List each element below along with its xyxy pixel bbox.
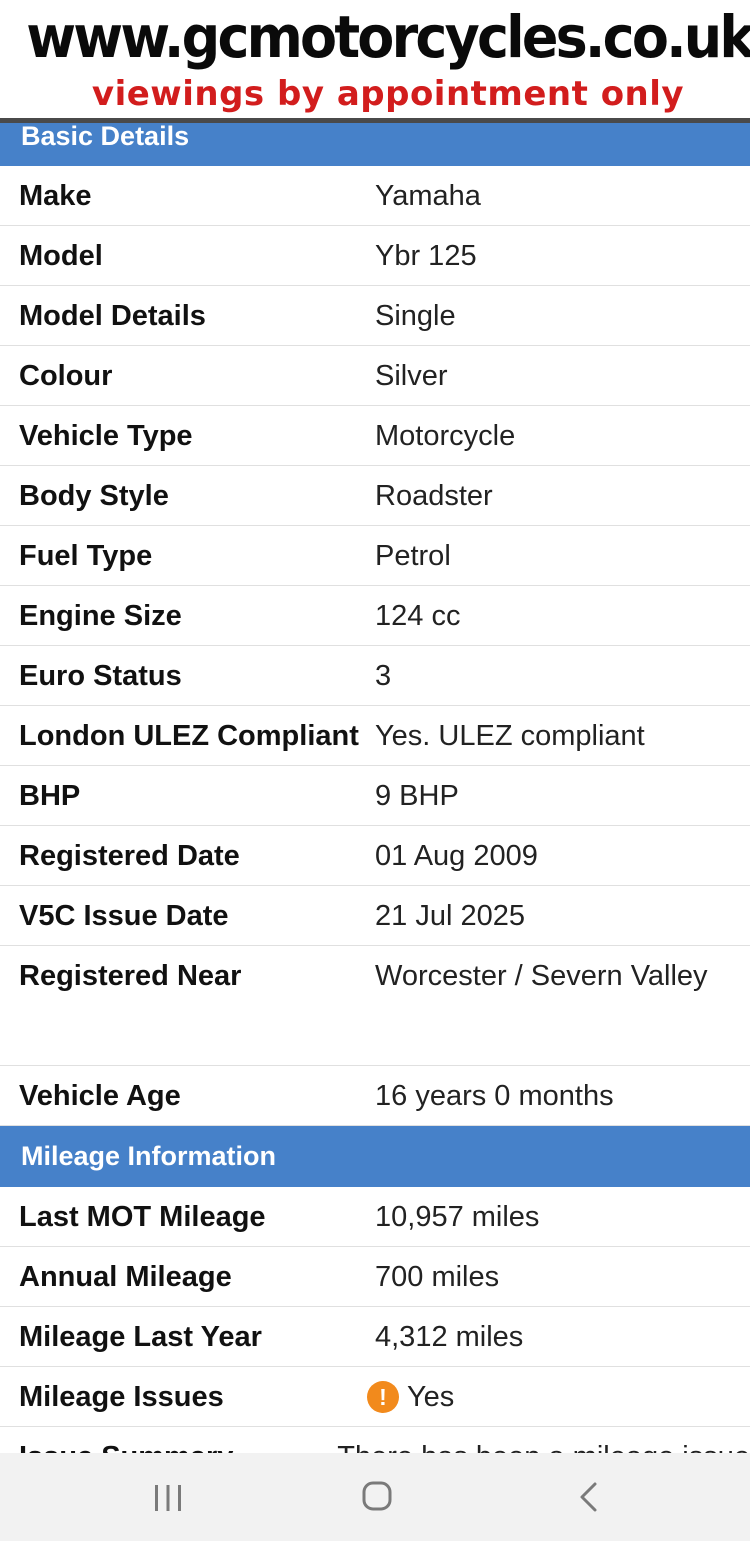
detail-label: Mileage Issues xyxy=(19,1381,224,1413)
detail-row-colour: Colour Silver xyxy=(0,346,750,406)
detail-row-mileage-last-year: Mileage Last Year 4,312 miles xyxy=(0,1307,750,1367)
detail-row-bhp: BHP 9 BHP xyxy=(0,766,750,826)
detail-value: 16 years 0 months xyxy=(375,1080,614,1112)
detail-row-engine-size: Engine Size 124 cc xyxy=(0,586,750,646)
detail-row-registered-date: Registered Date 01 Aug 2009 xyxy=(0,826,750,886)
detail-value: Yes. ULEZ compliant xyxy=(375,720,645,752)
detail-value: 4,312 miles xyxy=(375,1321,524,1353)
detail-row-ulez: London ULEZ Compliant Yes. ULEZ complian… xyxy=(0,706,750,766)
detail-value: 3 xyxy=(375,660,392,692)
detail-label: Fuel Type xyxy=(19,540,153,572)
detail-value: 21 Jul 2025 xyxy=(375,900,525,932)
detail-row-make: Make Yamaha xyxy=(0,166,750,226)
detail-label: Colour xyxy=(19,360,113,392)
detail-row-last-mot-mileage: Last MOT Mileage 10,957 miles xyxy=(0,1187,750,1247)
section-header-mileage-information: Mileage Information xyxy=(0,1126,750,1187)
detail-label: Last MOT Mileage xyxy=(19,1201,266,1233)
detail-label: Model xyxy=(19,240,103,272)
recent-apps-button[interactable] xyxy=(138,1473,198,1521)
detail-value: Motorcycle xyxy=(375,420,516,452)
detail-value: 124 cc xyxy=(375,600,461,632)
detail-label: Registered Near xyxy=(19,960,242,992)
back-icon xyxy=(580,1482,597,1512)
detail-label: Annual Mileage xyxy=(19,1261,232,1293)
detail-row-issue-summary: Issue Summary There has been a mileage i… xyxy=(0,1427,750,1453)
system-navigation-bar xyxy=(0,1453,750,1541)
warning-icon: ! xyxy=(367,1380,399,1413)
detail-value: 01 Aug 2009 xyxy=(375,840,538,872)
detail-label: London ULEZ Compliant xyxy=(19,720,359,752)
banner-tagline: viewings by appointment only xyxy=(91,74,685,114)
detail-row-model-details: Model Details Single xyxy=(0,286,750,346)
detail-label: Vehicle Age xyxy=(19,1080,181,1112)
detail-value: 9 BHP xyxy=(375,780,459,812)
vehicle-details-panel[interactable]: Basic Details Make Yamaha Model Ybr 125 … xyxy=(0,123,750,1453)
detail-value: There has been a mileage issue xyxy=(337,1427,750,1453)
mileage-issues-value: Yes xyxy=(407,1380,455,1413)
detail-row-annual-mileage: Annual Mileage 700 miles xyxy=(0,1247,750,1307)
site-banner: www.gcmotorcycles.co.uk viewings by appo… xyxy=(0,0,750,123)
detail-label: V5C Issue Date xyxy=(19,900,229,932)
back-button[interactable] xyxy=(558,1473,618,1521)
detail-label: Model Details xyxy=(19,300,206,332)
home-icon xyxy=(362,1481,392,1511)
detail-value: 700 miles xyxy=(375,1261,500,1293)
detail-row-vehicle-type: Vehicle Type Motorcycle xyxy=(0,406,750,466)
detail-label: Engine Size xyxy=(19,600,182,632)
detail-row-fuel-type: Fuel Type Petrol xyxy=(0,526,750,586)
detail-value: Yamaha xyxy=(375,180,481,212)
section-header-basic-details: Basic Details xyxy=(0,123,750,166)
detail-value: ! Yes xyxy=(367,1367,750,1426)
detail-label: Issue Summary xyxy=(0,1427,337,1453)
detail-value: Petrol xyxy=(375,540,451,572)
detail-row-vehicle-age: Vehicle Age 16 years 0 months xyxy=(0,1066,750,1126)
detail-row-v5c-issue-date: V5C Issue Date 21 Jul 2025 xyxy=(0,886,750,946)
recent-apps-icon xyxy=(155,1485,181,1511)
detail-label: Make xyxy=(19,180,92,212)
detail-value: 10,957 miles xyxy=(375,1201,540,1233)
detail-label: Mileage Last Year xyxy=(19,1321,262,1353)
detail-label: Euro Status xyxy=(19,660,182,692)
detail-label: Vehicle Type xyxy=(19,420,193,452)
detail-label: Body Style xyxy=(19,480,169,512)
detail-label: Registered Date xyxy=(19,840,240,872)
detail-label: BHP xyxy=(19,780,81,812)
detail-row-body-style: Body Style Roadster xyxy=(0,466,750,526)
detail-value: Ybr 125 xyxy=(375,240,477,272)
detail-row-model: Model Ybr 125 xyxy=(0,226,750,286)
detail-row-euro-status: Euro Status 3 xyxy=(0,646,750,706)
detail-value: Roadster xyxy=(375,480,493,512)
banner-url[interactable]: www.gcmotorcycles.co.uk xyxy=(26,0,750,74)
detail-value: Single xyxy=(375,300,456,332)
detail-row-mileage-issues: Mileage Issues ! Yes xyxy=(0,1367,750,1427)
detail-value: Worcester / Severn Valley xyxy=(375,960,708,992)
home-button[interactable] xyxy=(346,1473,406,1521)
detail-value: Silver xyxy=(375,360,448,392)
detail-row-registered-near: Registered Near Worcester / Severn Valle… xyxy=(0,946,750,1066)
